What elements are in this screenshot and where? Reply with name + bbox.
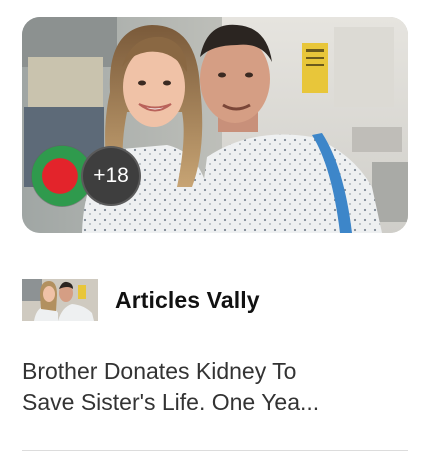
card-divider: [22, 450, 408, 451]
source-row[interactable]: Articles Vally: [22, 279, 260, 321]
article-title-line-1: Brother Donates Kidney To: [22, 358, 297, 384]
source-name[interactable]: Articles Vally: [115, 287, 260, 314]
hero-image[interactable]: +18: [22, 17, 408, 233]
article-title-line-2: Save Sister's Life. One Yea...: [22, 389, 320, 415]
reactions-bar[interactable]: +18: [31, 138, 141, 214]
source-avatar: [22, 279, 98, 321]
article-card[interactable]: +18 Articles Vally Brother Donates Kidne…: [0, 0, 428, 458]
reaction-count[interactable]: +18: [81, 146, 141, 206]
article-title[interactable]: Brother Donates Kidney To Save Sister's …: [22, 356, 412, 418]
